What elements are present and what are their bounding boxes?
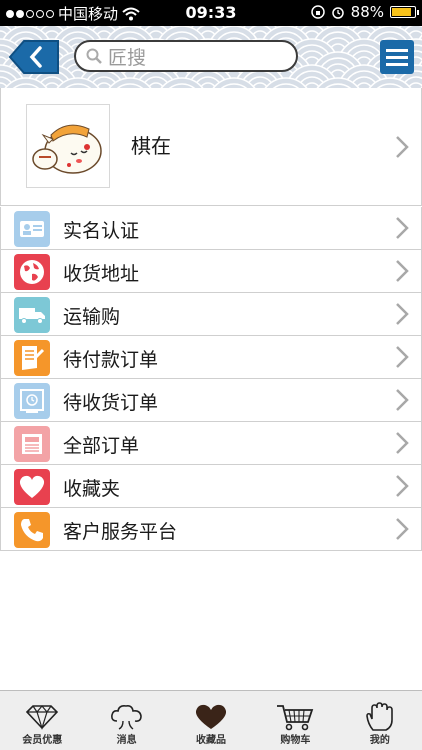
tab-label: 购物车: [280, 735, 311, 746]
cart-icon: [275, 703, 315, 731]
document-icon: [14, 426, 50, 462]
heart-icon: [191, 703, 231, 731]
phone-icon: [14, 512, 50, 548]
clock-screen-icon: [14, 383, 50, 419]
menu-item[interactable]: 全部订单: [0, 422, 422, 465]
menu-item[interactable]: 待付款订单: [0, 336, 422, 379]
id-card-icon: [14, 211, 50, 247]
truck-icon: [14, 297, 50, 333]
menu-item-label: 待收货订单: [63, 392, 159, 414]
battery-percent: 88%: [350, 3, 384, 21]
chevron-right-icon: [396, 475, 409, 497]
hand-icon: [360, 702, 400, 731]
chevron-right-icon: [396, 518, 409, 540]
search-icon: [86, 48, 102, 64]
chevron-right-icon: [396, 217, 409, 239]
status-right: 88%: [310, 3, 419, 21]
cloud-icon: [107, 703, 147, 731]
alarm-icon: [331, 7, 344, 19]
menu-line-icon: [386, 55, 408, 59]
heart-icon: [14, 469, 50, 505]
tab-mine[interactable]: 我的: [338, 691, 422, 750]
search-placeholder: 匠搜: [108, 46, 147, 69]
tab-cart[interactable]: 购物车: [253, 691, 337, 750]
menu-line-icon: [386, 62, 408, 66]
chevron-right-icon: [396, 389, 409, 411]
menu-item-label: 全部订单: [63, 435, 140, 457]
diamond-icon: [22, 703, 62, 731]
menu-line-icon: [386, 48, 408, 52]
menu-item[interactable]: 收藏夹: [0, 465, 422, 508]
battery-icon: [390, 6, 419, 18]
status-bar: 中国移动 09:33 88%: [0, 0, 422, 26]
menu-item[interactable]: 客户服务平台: [0, 508, 422, 551]
chevron-right-icon: [396, 260, 409, 282]
menu-item-label: 收藏夹: [63, 478, 121, 500]
menu-item-label: 收货地址: [63, 263, 140, 285]
tab-label: 会员优惠: [22, 735, 63, 746]
tab-label: 收藏品: [196, 735, 227, 746]
menu-item-label: 运输购: [63, 306, 121, 328]
profile-name: 棋在: [131, 134, 171, 158]
avatar: [26, 104, 110, 188]
tab-label: 消息: [116, 735, 137, 746]
chevron-right-icon: [396, 346, 409, 368]
menu-item[interactable]: 待收货订单: [0, 379, 422, 422]
tab-member-discount[interactable]: 会员优惠: [0, 691, 84, 750]
menu-item-label: 待付款订单: [63, 349, 159, 371]
menu-item-label: 实名认证: [63, 220, 140, 242]
tab-bar: 会员优惠 消息 收藏品 购物车 我的: [0, 690, 422, 750]
menu-button[interactable]: [380, 40, 414, 74]
menu-item[interactable]: 收货地址: [0, 250, 422, 293]
menu-item-label: 客户服务平台: [63, 521, 178, 543]
back-button[interactable]: [8, 38, 60, 76]
globe-icon: [14, 254, 50, 290]
rotation-lock-icon: [310, 5, 325, 19]
bill-icon: [14, 340, 50, 376]
tab-messages[interactable]: 消息: [84, 691, 168, 750]
search-input[interactable]: 匠搜: [74, 40, 298, 72]
tab-collection[interactable]: 收藏品: [169, 691, 253, 750]
menu-list: 实名认证收货地址运输购待付款订单待收货订单全部订单收藏夹客户服务平台: [0, 207, 422, 551]
chevron-right-icon: [396, 303, 409, 325]
menu-item[interactable]: 实名认证: [0, 207, 422, 250]
tab-label: 我的: [369, 735, 390, 746]
profile-row[interactable]: 棋在: [0, 88, 422, 206]
cat-avatar-image: [32, 124, 102, 174]
chevron-right-icon: [396, 432, 409, 454]
header: 匠搜: [0, 26, 422, 88]
menu-item[interactable]: 运输购: [0, 293, 422, 336]
chevron-right-icon: [396, 136, 409, 158]
